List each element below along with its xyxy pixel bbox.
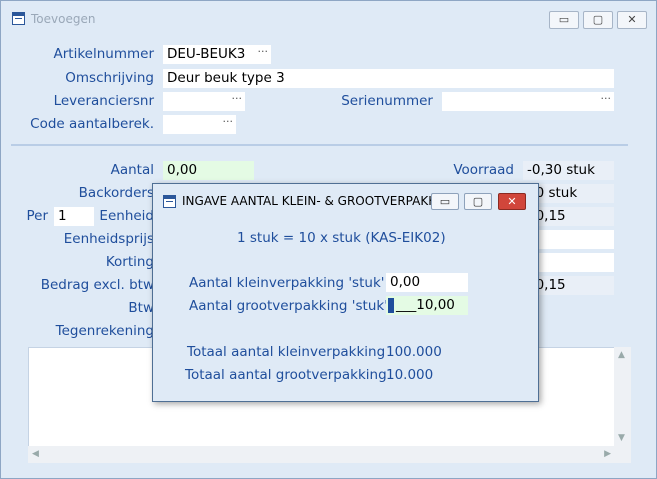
vertical-scrollbar[interactable]: ▲ ▼ bbox=[614, 347, 631, 463]
lookup-dots-icon[interactable]: ··· bbox=[232, 92, 243, 108]
totaal-klein-value: 100.000 bbox=[386, 344, 442, 360]
text-cursor bbox=[388, 298, 394, 313]
close-icon: ✕ bbox=[627, 13, 637, 26]
dialog-title: INGAVE AANTAL KLEIN- & GROOTVERPAKKI... bbox=[182, 194, 452, 208]
lookup-dots-icon[interactable]: ··· bbox=[601, 92, 612, 108]
minimize-button[interactable]: ▭ bbox=[549, 11, 579, 29]
minimize-icon: ▭ bbox=[439, 195, 451, 208]
dialog-restore-button[interactable]: ▢ bbox=[464, 193, 492, 210]
scroll-up-icon[interactable]: ▲ bbox=[618, 350, 625, 360]
scroll-left-icon[interactable]: ◀ bbox=[32, 449, 39, 459]
klein-label: Aantal kleinverpakking 'stuk' bbox=[189, 275, 385, 291]
aantal-label: Aantal bbox=[110, 162, 154, 178]
restore-icon: ▢ bbox=[472, 195, 484, 208]
klein-field[interactable]: 0,00 bbox=[386, 273, 468, 292]
code-aantalberek-field[interactable]: ··· bbox=[163, 115, 236, 134]
groot-field[interactable]: ___10,00 bbox=[386, 296, 468, 315]
scroll-down-icon[interactable]: ▼ bbox=[618, 433, 625, 443]
packaging-dialog: INGAVE AANTAL KLEIN- & GROOTVERPAKKI... … bbox=[152, 183, 539, 402]
aantal-field[interactable]: 0,00 bbox=[163, 161, 254, 180]
eenheid-label: Eenheid bbox=[99, 208, 154, 224]
voorraad-label: Voorraad bbox=[453, 162, 514, 178]
btw-label: Btw bbox=[128, 300, 154, 316]
omschrijving-field[interactable]: Deur beuk type 3 bbox=[163, 69, 614, 88]
window-title: Toevoegen bbox=[31, 12, 96, 26]
groot-value: ___10,00 bbox=[396, 297, 455, 313]
leveranciersnr-label: Leveranciersnr bbox=[53, 93, 154, 109]
dialog-app-icon bbox=[163, 195, 176, 208]
serienummer-label: Serienummer bbox=[341, 93, 433, 109]
dialog-close-button[interactable]: ✕ bbox=[498, 193, 526, 210]
per-label: Per bbox=[26, 208, 48, 224]
backorders-label: Backorders bbox=[78, 185, 154, 201]
scroll-right-icon[interactable]: ▶ bbox=[604, 449, 611, 459]
minimize-icon: ▭ bbox=[558, 13, 570, 26]
artikelnummer-label: Artikelnummer bbox=[53, 46, 155, 62]
app-icon bbox=[12, 12, 25, 25]
close-button[interactable]: ✕ bbox=[617, 11, 647, 29]
close-icon: ✕ bbox=[507, 195, 517, 208]
lookup-dots-icon[interactable]: ··· bbox=[258, 45, 269, 61]
restore-icon: ▢ bbox=[592, 13, 604, 26]
bedrag-label: Bedrag excl. btw bbox=[40, 277, 154, 293]
eenheidsprijs-label: Eenheidsprijs bbox=[63, 231, 154, 247]
omschrijving-label: Omschrijving bbox=[65, 70, 154, 86]
totaal-klein-label: Totaal aantal kleinverpakking bbox=[187, 344, 386, 360]
restore-button[interactable]: ▢ bbox=[583, 11, 613, 29]
title-bar[interactable]: Toevoegen ▭ ▢ ✕ bbox=[1, 1, 656, 37]
voorraad-value: -0,30 stuk bbox=[523, 161, 614, 180]
serienummer-field[interactable]: ··· bbox=[442, 92, 614, 111]
horizontal-scrollbar[interactable]: ◀ ▶ bbox=[28, 446, 615, 463]
artikelnummer-field[interactable]: DEU-BEUK3 ··· bbox=[163, 45, 271, 64]
code-aantalberek-label: Code aantalberek. bbox=[30, 116, 154, 132]
tegenrekening-label: Tegenrekening bbox=[55, 323, 154, 339]
totaal-groot-value: 10.000 bbox=[386, 367, 434, 383]
per-field[interactable]: 1 bbox=[54, 207, 94, 226]
lookup-dots-icon[interactable]: ··· bbox=[223, 115, 234, 131]
separator bbox=[11, 144, 628, 146]
korting-label: Korting bbox=[105, 254, 154, 270]
dialog-minimize-button[interactable]: ▭ bbox=[431, 193, 459, 210]
totaal-groot-label: Totaal aantal grootverpakking bbox=[185, 367, 387, 383]
groot-label: Aantal grootverpakking 'stuk' bbox=[189, 298, 388, 314]
artikelnummer-value: DEU-BEUK3 bbox=[167, 46, 246, 62]
leveranciersnr-field[interactable]: ··· bbox=[163, 92, 245, 111]
conversion-text: 1 stuk = 10 x stuk (KAS-EIK02) bbox=[237, 230, 446, 246]
